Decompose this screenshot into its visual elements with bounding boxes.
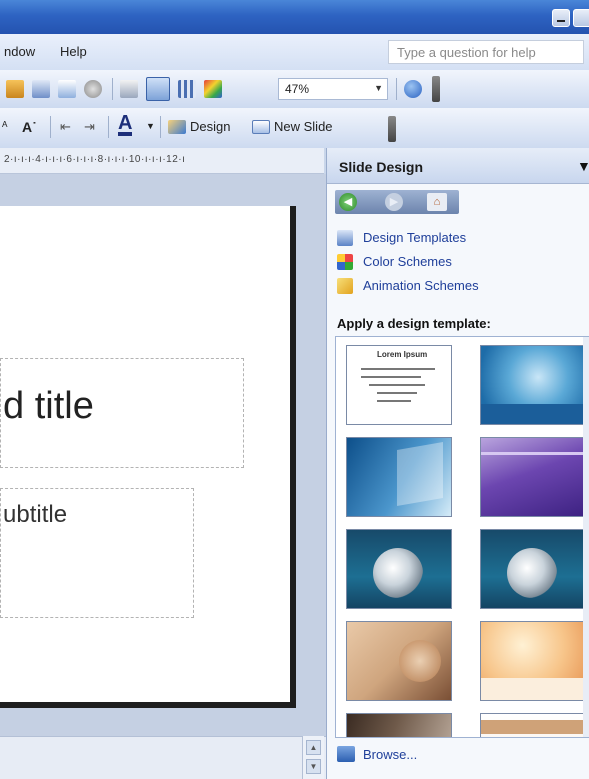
formatting-toolbar: ᴬ A˙ ⇤ ⇥ A ▼ Design New Slide (0, 108, 589, 148)
browse-label: Browse... (363, 747, 418, 762)
template-thumb-teal-disc-1[interactable] (346, 529, 452, 609)
template-thumb-default[interactable]: Lorem Ipsum (346, 345, 452, 425)
zoom-select[interactable]: 47% ▼ (278, 78, 388, 100)
template-thumb-warm-tan[interactable] (346, 621, 452, 701)
design-button[interactable]: Design (190, 119, 230, 134)
template-thumb-warm-orange[interactable] (480, 621, 586, 701)
template-thumb-blue-pages[interactable] (346, 437, 452, 517)
powerpoint-window: ndow Help Type a question for help 47% ▼… (0, 0, 589, 779)
template-gallery: Lorem Ipsum (335, 336, 589, 738)
help-icon[interactable] (404, 80, 422, 98)
toolbar-options-icon[interactable] (432, 76, 440, 102)
color-grayscale-icon[interactable] (204, 80, 222, 98)
increase-indent-icon[interactable]: ⇥ (84, 119, 95, 135)
font-color-dropdown-icon[interactable]: ▼ (146, 121, 155, 131)
decrease-indent-icon[interactable]: ⇤ (60, 119, 71, 135)
menu-item-window[interactable]: ndow (4, 44, 35, 59)
toolbar-separator (50, 116, 51, 138)
slide-canvas[interactable]: d title ubtitle (0, 206, 296, 708)
thumb-title: Lorem Ipsum (377, 350, 428, 359)
browse-icon (337, 746, 355, 762)
scroll-down-icon[interactable]: ▼ (306, 759, 321, 774)
slide-edit-area: d title ubtitle (0, 174, 326, 736)
pane-nav-bar: ◀ ▶ ⌂ (335, 190, 459, 214)
scroll-up-icon[interactable]: ▲ (306, 740, 321, 755)
new-slide-icon[interactable] (252, 120, 270, 134)
font-color-icon[interactable]: A (118, 113, 133, 136)
animation-schemes-icon (337, 278, 353, 294)
expand-all-icon[interactable] (120, 80, 138, 98)
menu-item-help[interactable]: Help (60, 44, 87, 59)
thumb-line (361, 368, 435, 370)
slide-design-pane: Slide Design ▼ ◀ ▶ ⌂ Design Templates Co… (326, 148, 589, 779)
thumb-line (377, 392, 417, 394)
pane-header: Slide Design ▼ (327, 148, 589, 184)
notes-strip (0, 736, 326, 779)
show-formatting-icon[interactable] (146, 77, 170, 101)
insert-chart-icon[interactable] (58, 80, 76, 98)
design-templates-icon (337, 230, 353, 246)
menu-bar: ndow Help Type a question for help (0, 34, 589, 70)
vertical-scrollbar[interactable]: ▲ ▼ (302, 736, 324, 779)
show-grid-icon[interactable] (178, 80, 196, 98)
pane-title: Slide Design (339, 159, 424, 175)
maximize-icon[interactable] (573, 9, 589, 27)
home-icon[interactable]: ⌂ (427, 193, 447, 211)
insert-table-icon[interactable] (32, 80, 50, 98)
title-placeholder[interactable]: d title (0, 358, 244, 468)
thumb-line (369, 384, 425, 386)
thumb-line (361, 376, 421, 378)
standard-toolbar: 47% ▼ (0, 70, 589, 108)
design-templates-label: Design Templates (363, 230, 467, 245)
template-thumb-teal-disc-2[interactable] (480, 529, 586, 609)
new-slide-button[interactable]: New Slide (274, 119, 333, 134)
subtitle-placeholder-text: ubtitle (3, 501, 68, 528)
toolbar-separator (108, 116, 109, 138)
title-placeholder-text: d title (3, 385, 94, 427)
subtitle-placeholder[interactable]: ubtitle (0, 488, 194, 618)
title-bar (0, 0, 589, 34)
color-schemes-label: Color Schemes (363, 254, 452, 269)
decrease-font-icon[interactable]: ᴬ (2, 119, 7, 133)
template-thumb-blue-swirl[interactable] (480, 345, 586, 425)
template-thumb-light[interactable] (480, 713, 586, 737)
design-icon[interactable] (168, 120, 186, 134)
back-icon[interactable]: ◀ (339, 193, 357, 211)
toolbar-options-icon[interactable] (388, 116, 396, 142)
template-thumb-purple[interactable] (480, 437, 586, 517)
apply-template-heading: Apply a design template: (337, 316, 491, 331)
help-search-input[interactable]: Type a question for help (388, 40, 584, 64)
horizontal-ruler: 2·ı·ı·ı·4·ı·ı·ı·6·ı·ı·ı·8·ı·ı·ı·10·ı·ı·ı… (0, 148, 324, 174)
template-thumb-dark[interactable] (346, 713, 452, 737)
zoom-value: 47% (285, 82, 310, 96)
color-schemes-icon (337, 254, 353, 270)
animation-schemes-label: Animation Schemes (363, 278, 479, 293)
toolbar-separator (396, 78, 397, 100)
toolbar-separator (112, 78, 113, 100)
thumb-line (377, 400, 411, 402)
minimize-icon[interactable] (552, 9, 570, 27)
pane-menu-icon[interactable]: ▼ (577, 158, 589, 174)
forward-icon[interactable]: ▶ (385, 193, 403, 211)
research-icon[interactable] (6, 80, 24, 98)
zoom-dropdown-icon[interactable]: ▼ (374, 83, 383, 93)
insert-clipart-icon[interactable] (84, 80, 102, 98)
toolbar-separator (160, 116, 161, 138)
increase-font-icon[interactable]: A˙ (22, 119, 37, 135)
gallery-scrollbar[interactable] (583, 337, 589, 737)
